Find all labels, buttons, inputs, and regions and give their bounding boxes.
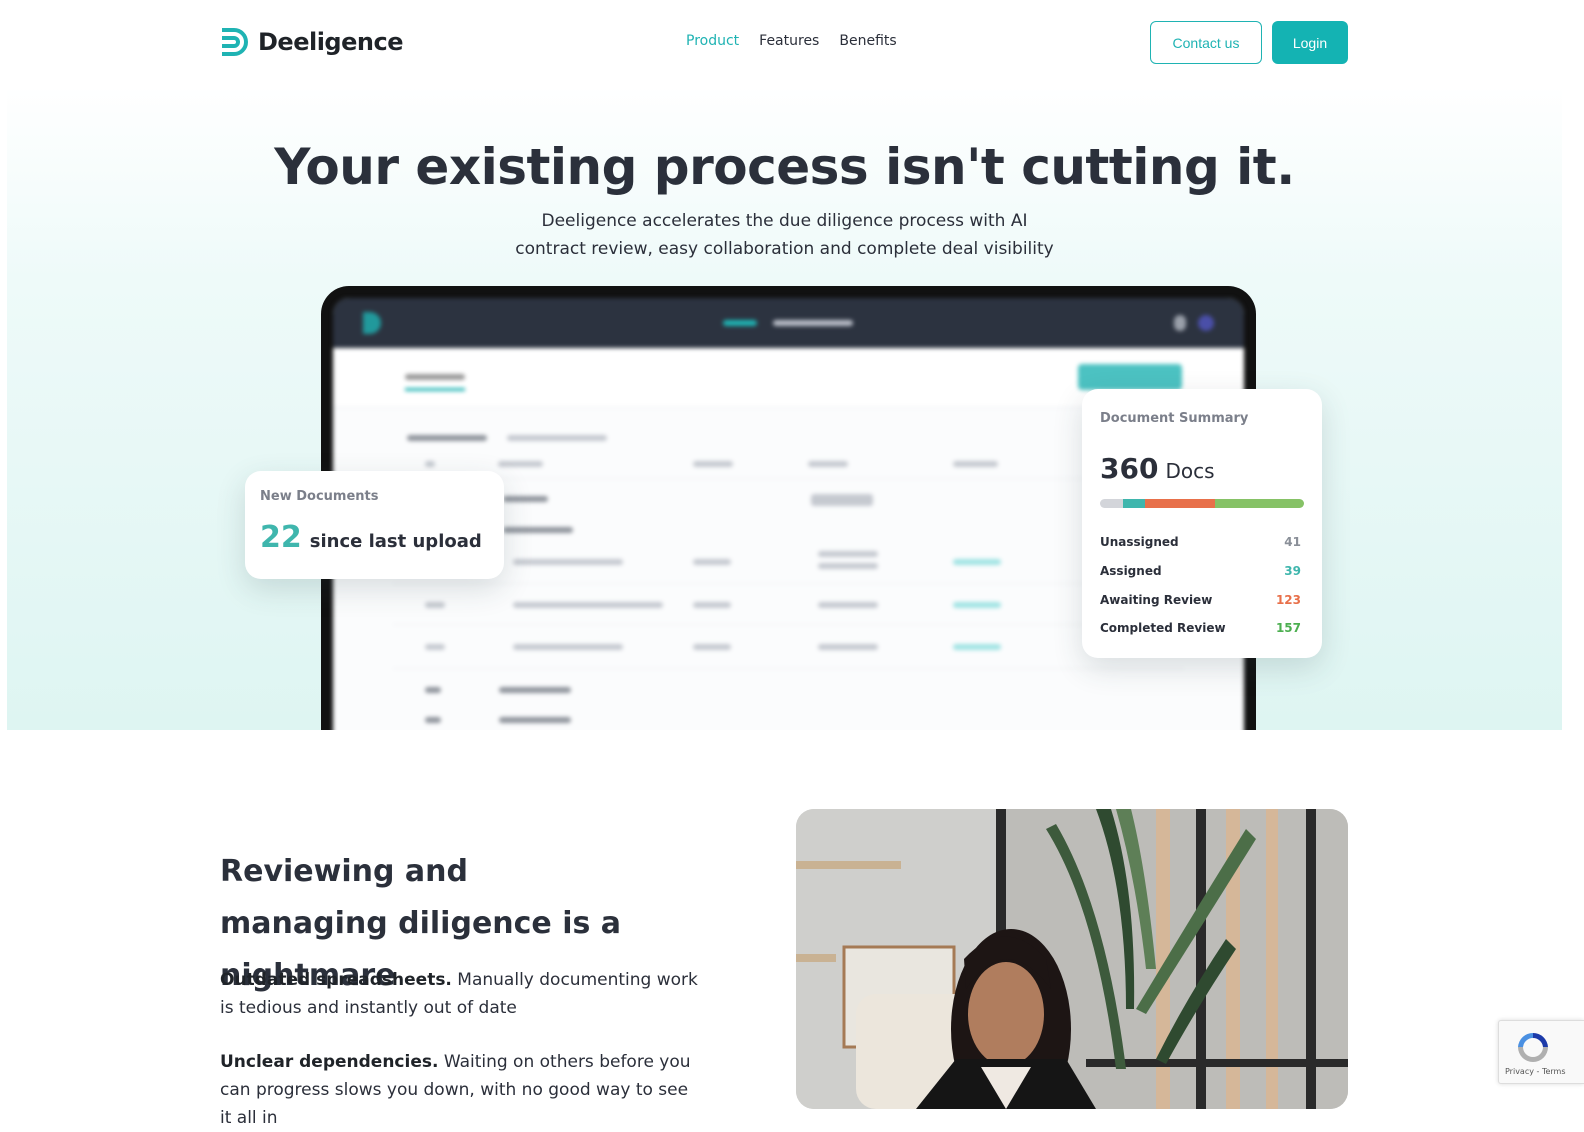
stat-label: Assigned <box>1100 564 1162 579</box>
document-status-list: Unassigned 41 Assigned 39 Awaiting Revie… <box>1100 528 1304 643</box>
placeholder-bar <box>425 644 445 650</box>
brand-logo[interactable]: Deeligence <box>220 26 403 58</box>
nav-features[interactable]: Features <box>759 33 819 49</box>
placeholder-bar <box>818 563 878 569</box>
placeholder-bar <box>693 644 731 650</box>
hero-subtitle-line-1: Deeligence accelerates the due diligence… <box>541 211 1028 231</box>
app-tab-all-documents <box>405 374 465 380</box>
placeholder-bar <box>693 461 733 467</box>
placeholder-bar <box>425 717 441 723</box>
placeholder-bar <box>818 602 878 608</box>
new-documents-value: 22 since last upload <box>260 520 489 555</box>
app-breadcrumb-project <box>773 320 853 326</box>
placeholder-bar <box>498 461 543 467</box>
document-summary-label: Document Summary <box>1100 411 1249 426</box>
recaptcha-badge[interactable]: Privacy - Terms <box>1498 1020 1584 1084</box>
pain-point-title: Unclear dependencies. <box>220 1052 439 1072</box>
placeholder-bar <box>808 461 848 467</box>
placeholder-bar <box>425 602 445 608</box>
progress-segment-unassigned <box>1100 499 1124 508</box>
placeholder-bar <box>507 435 607 441</box>
progress-segment-awaiting-review <box>1145 499 1215 508</box>
document-summary-card: Document Summary 360 Docs Unassigned 41 … <box>1082 389 1322 658</box>
stat-value: 157 <box>1275 621 1301 636</box>
new-documents-label: New Documents <box>260 489 379 504</box>
login-button[interactable]: Login <box>1272 21 1348 64</box>
main-nav: Product Features Benefits <box>686 33 897 49</box>
progress-segment-assigned <box>1123 499 1146 508</box>
deeligence-logo-icon <box>222 28 248 56</box>
recaptcha-icon <box>1518 1033 1548 1062</box>
new-documents-count: 22 <box>260 520 302 555</box>
nav-benefits[interactable]: Benefits <box>839 33 896 49</box>
row-divider <box>393 583 1184 584</box>
placeholder-bar <box>499 687 571 693</box>
stat-value: 41 <box>1284 535 1301 550</box>
placeholder-bar <box>513 559 623 565</box>
placeholder-bar <box>513 602 663 608</box>
nav-product[interactable]: Product <box>686 33 739 49</box>
placeholder-bar <box>513 644 623 650</box>
notification-icon <box>1174 315 1186 331</box>
hero-subtitle: Deeligence accelerates the due diligence… <box>7 207 1562 263</box>
placeholder-bar <box>818 644 878 650</box>
placeholder-bar <box>499 717 571 723</box>
stat-row-completed-review: Completed Review 157 <box>1100 614 1304 643</box>
hero-subtitle-line-2: contract review, easy collaboration and … <box>515 239 1054 259</box>
placeholder-bar <box>503 527 573 533</box>
placeholder-bar <box>953 461 998 467</box>
row-divider <box>393 624 1184 625</box>
progress-segment-completed-review <box>1215 499 1304 508</box>
placeholder-bar <box>693 559 731 565</box>
hero-section: Your existing process isn't cutting it. … <box>7 86 1562 730</box>
placeholder-bar <box>503 496 548 502</box>
placeholder-badge <box>811 494 873 506</box>
placeholder-bar <box>953 602 1001 608</box>
contact-us-button[interactable]: Contact us <box>1150 21 1262 64</box>
new-documents-card: New Documents 22 since last upload <box>245 471 504 579</box>
office-woman-photo <box>796 809 1348 1109</box>
pain-point-spreadsheets: Outdated spreadsheets. Manually document… <box>220 966 700 1022</box>
site-header: Deeligence Product Features Benefits Con… <box>0 0 1584 86</box>
pain-point-title: Outdated spreadsheets. <box>220 970 452 990</box>
placeholder-bar <box>693 602 731 608</box>
stat-row-assigned: Assigned 39 <box>1100 557 1304 586</box>
new-documents-text: since last upload <box>309 531 482 552</box>
placeholder-bar <box>953 644 1001 650</box>
stat-row-awaiting-review: Awaiting Review 123 <box>1100 585 1304 614</box>
app-logo-icon <box>363 312 381 334</box>
row-divider <box>393 668 1184 669</box>
row-divider <box>393 478 1184 479</box>
stat-label: Completed Review <box>1100 621 1226 636</box>
user-avatar-icon <box>1198 315 1214 331</box>
placeholder-bar <box>425 687 441 693</box>
document-total: 360 Docs <box>1100 452 1304 485</box>
app-tab-underline <box>405 388 465 391</box>
app-breadcrumb <box>723 320 757 326</box>
placeholder-bar <box>407 435 487 441</box>
placeholder-bar <box>425 461 435 467</box>
app-action-button <box>1078 364 1182 390</box>
document-total-count: 360 <box>1100 452 1159 485</box>
stat-value: 123 <box>1275 592 1301 607</box>
photo-illustration <box>796 809 1348 1109</box>
stat-value: 39 <box>1284 564 1301 579</box>
hero-title: Your existing process isn't cutting it. <box>274 138 1295 196</box>
document-total-unit: Docs <box>1165 459 1215 483</box>
brand-name: Deeligence <box>258 28 403 56</box>
app-topbar <box>333 298 1244 348</box>
stat-row-unassigned: Unassigned 41 <box>1100 528 1304 557</box>
placeholder-bar <box>953 559 1001 565</box>
stat-label: Awaiting Review <box>1100 592 1213 607</box>
placeholder-bar <box>818 551 878 557</box>
pain-point-dependencies: Unclear dependencies. Waiting on others … <box>220 1048 700 1132</box>
recaptcha-links[interactable]: Privacy - Terms <box>1505 1067 1566 1076</box>
stat-label: Unassigned <box>1100 535 1179 550</box>
document-status-progress-bar <box>1100 499 1304 508</box>
